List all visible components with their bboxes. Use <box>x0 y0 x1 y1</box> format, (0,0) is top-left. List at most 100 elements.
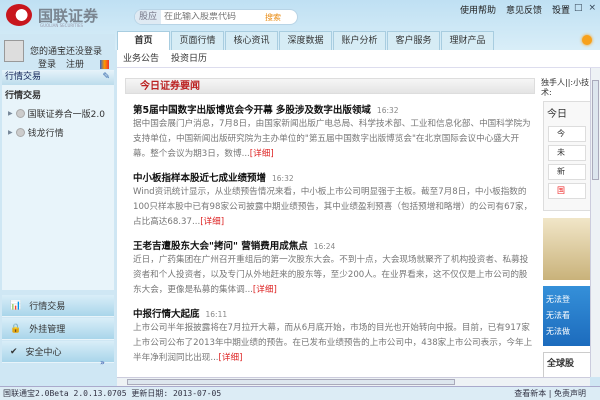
detail-link[interactable]: [详细] <box>253 285 277 295</box>
ad-line: 无法做 <box>546 327 570 336</box>
news-body: 据中国会展门户消息，7月8日，由国家新闻出版广电总局、科学技术部、工业和信息化部… <box>133 119 531 159</box>
skin-icon[interactable] <box>100 60 109 69</box>
login-link[interactable]: 登录 <box>38 57 56 70</box>
tab-quotes[interactable]: 页面行情 <box>171 31 224 50</box>
feedback-link[interactable]: 意见反馈 <box>506 3 542 16</box>
news-title[interactable]: 第5届中国数字出版博览会今开幕 多股涉及数字出版领域 <box>133 105 371 116</box>
scroll-thumb[interactable] <box>127 379 455 385</box>
news-title[interactable]: 中小板指样本股近七成业绩预增 <box>133 173 266 184</box>
today-row[interactable]: 今 <box>548 126 586 142</box>
minimize-button[interactable]: – <box>563 3 568 13</box>
today-box-title: 今日 <box>547 109 567 120</box>
content-area: 今日证券要闻 第5届中国数字出版博览会今开幕 多股涉及数字出版领域 16:32 据… <box>117 68 590 377</box>
tab-service[interactable]: 客户服务 <box>387 31 440 50</box>
expand-icon[interactable]: ▶ <box>8 129 13 136</box>
news-body: Wind资讯统计显示，从业绩预告情况来看，中小板上市公司明显强于主板。截至7月8… <box>133 187 533 227</box>
right-top-text: 独手人||:小技术: <box>541 78 590 97</box>
update-date: 更新日期: 2013-07-05 <box>131 389 222 398</box>
ad-banner[interactable] <box>543 218 590 280</box>
tab-news[interactable]: 核心资讯 <box>225 31 278 50</box>
panel-title: 行情交易 <box>5 72 42 82</box>
nav-label: 行情交易 <box>29 302 66 312</box>
tree-node-qianlong[interactable]: ▶ 钱龙行情 <box>2 123 114 142</box>
status-bar: 国联通宝2.0Beta 2.0.13.0705 更新日期: 2013-07-05… <box>0 386 600 400</box>
shield-icon: ✔ <box>10 346 18 357</box>
scroll-thumb[interactable] <box>592 80 599 180</box>
vertical-scrollbar[interactable] <box>590 68 600 377</box>
news-title[interactable]: 中报行情大起底 <box>133 309 200 320</box>
news-item: 中报行情大起底 16:11 上市公司半年报披露将在7月拉开大幕，而从6月底开始，市… <box>125 306 535 366</box>
detail-link[interactable]: [详细] <box>219 353 243 363</box>
detail-link[interactable]: [详细] <box>200 217 224 227</box>
tree-node-guolian[interactable]: ▶ 国联证券合一版2.0 <box>2 104 114 123</box>
logo: 国联证券 GUOLIAN SECURITIES <box>6 4 98 28</box>
maximize-button[interactable]: □ <box>574 3 583 13</box>
news-body: 上市公司半年报披露将在7月拉开大幕，而从6月底开始，市场的目光也开始转向中报。目… <box>133 323 533 363</box>
user-panel: 您的通宝还没登录 登录 注册 <box>4 40 114 70</box>
subnav-calendar[interactable]: 投资日历 <box>171 50 207 67</box>
weather-sun-icon[interactable] <box>582 35 592 45</box>
node-label: 钱龙行情 <box>27 129 64 139</box>
app-icon <box>15 109 25 118</box>
today-box: 今日 今 未 新 国 <box>543 101 590 211</box>
stock-search: 股应 搜索 <box>134 9 298 25</box>
close-button[interactable]: × <box>588 3 596 13</box>
sub-nav: 业务公告 投资日历 <box>117 50 600 68</box>
news-header: 今日证券要闻 <box>125 78 535 94</box>
subnav-announcements[interactable]: 业务公告 <box>123 50 159 67</box>
view-version-link[interactable]: 查看新本 <box>514 389 546 398</box>
chart-icon: 📊 <box>10 300 22 311</box>
panel-header: 行情交易 ✎ <box>2 70 114 85</box>
lock-icon: 🔒 <box>10 323 22 334</box>
main-tabs: 首页 页面行情 核心资讯 深度数据 账户分析 客户服务 理财产品 <box>117 31 495 50</box>
news-time: 16:32 <box>272 174 294 183</box>
news-item: 第5届中国数字出版博览会今开幕 多股涉及数字出版领域 16:32 据中国会展门户消… <box>125 102 535 162</box>
tree-root: 行情交易 <box>5 91 42 101</box>
logo-mark-icon <box>6 4 32 26</box>
right-panel: 独手人||:小技术: 今日 今 未 新 国 无法登 无法看 无法做 全球股 <box>539 78 590 377</box>
ad-line: 无法登 <box>546 295 570 304</box>
detail-link[interactable]: [详细] <box>250 149 274 159</box>
news-time: 16:32 <box>376 106 399 115</box>
news-title[interactable]: 王老吉遭股东大会"拷问" 营销费用成焦点 <box>133 241 308 252</box>
nav-trading[interactable]: 📊 行情交易 <box>2 295 114 317</box>
node-label: 国联证券合一版2.0 <box>27 110 105 120</box>
today-row[interactable]: 未 <box>548 145 586 161</box>
search-type-label[interactable]: 股应 <box>135 10 162 24</box>
register-link[interactable]: 注册 <box>66 57 84 70</box>
today-row[interactable]: 新 <box>548 164 586 180</box>
login-status: 您的通宝还没登录 <box>30 47 103 57</box>
ad-banner-blue[interactable]: 无法登 无法看 无法做 <box>543 286 590 346</box>
disclaimer-link[interactable]: 免责声明 <box>554 389 586 398</box>
pin-icon[interactable]: ✎ <box>102 70 110 85</box>
sidebar: 您的通宝还没登录 登录 注册 行情交易 ✎ 行情交易 ▶ 国联证券合一版2.0 ▶… <box>0 34 115 386</box>
menu-expand-button[interactable]: » <box>552 3 558 13</box>
logo-subtext: GUOLIAN SECURITIES <box>40 23 84 28</box>
horizontal-scrollbar[interactable] <box>117 377 590 386</box>
tab-data[interactable]: 深度数据 <box>279 31 332 50</box>
help-link[interactable]: 使用帮助 <box>460 3 496 16</box>
nav-plugins[interactable]: 🔒 外挂管理 <box>2 318 114 340</box>
news-time: 16:11 <box>205 310 228 319</box>
tab-account[interactable]: 账户分析 <box>333 31 386 50</box>
version-text: 国联通宝2.0Beta 2.0.13.0705 <box>3 389 127 398</box>
app-icon <box>15 128 25 137</box>
nav-security[interactable]: ✔ 安全中心 <box>2 341 114 363</box>
news-item: 中小板指样本股近七成业绩预增 16:32 Wind资讯统计显示，从业绩预告情况来看… <box>125 170 535 230</box>
more-icon[interactable]: » <box>100 358 105 367</box>
today-row[interactable]: 国 <box>548 183 586 199</box>
ad-line: 无法看 <box>546 311 570 320</box>
news-item: 王老吉遭股东大会"拷问" 营销费用成焦点 16:24 近日，广药集团在广州召开重组… <box>125 238 535 298</box>
tree: 行情交易 ▶ 国联证券合一版2.0 ▶ 钱龙行情 <box>2 85 114 290</box>
tab-finance[interactable]: 理财产品 <box>441 31 494 50</box>
nav-label: 外挂管理 <box>29 325 66 335</box>
expand-icon[interactable]: ▶ <box>8 110 13 117</box>
nav-label: 安全中心 <box>25 348 62 358</box>
avatar <box>4 40 24 62</box>
news-body: 近日，广药集团在广州召开重组后的第一次股东大会。不到十点，大会现场就聚齐了机构投… <box>133 255 529 295</box>
news-time: 16:24 <box>313 242 336 251</box>
search-button[interactable]: 搜索 <box>265 12 281 23</box>
tab-home[interactable]: 首页 <box>117 31 170 50</box>
stock-code-input[interactable] <box>161 12 262 22</box>
news-section: 今日证券要闻 第5届中国数字出版博览会今开幕 多股涉及数字出版领域 16:32 据… <box>125 78 535 366</box>
